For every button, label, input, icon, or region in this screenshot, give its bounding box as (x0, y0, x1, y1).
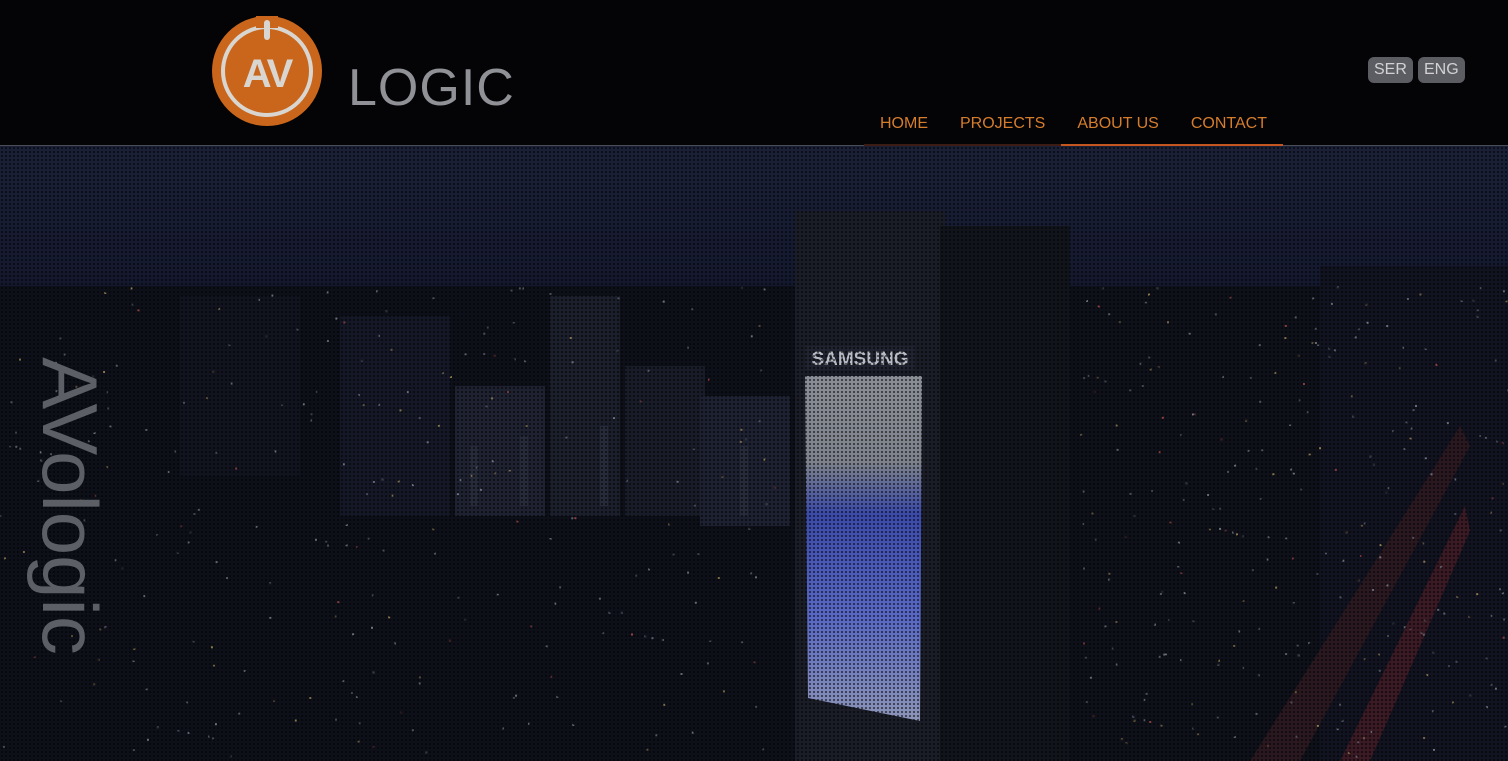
logo-text: AV (242, 52, 294, 96)
nav-projects[interactable]: PROJECTS (944, 106, 1062, 146)
language-ser-button[interactable]: SER (1368, 57, 1413, 83)
nav-about-us[interactable]: ABOUT US (1061, 106, 1175, 146)
main-nav: HOME PROJECTS ABOUT US CONTACT (864, 106, 1283, 146)
hero-banner: SAMSUNG AVologic (0, 146, 1508, 761)
logo[interactable]: AV (212, 16, 322, 126)
site-header: AV LOGIC SER ENG HOME PROJECTS ABOUT US … (0, 0, 1508, 146)
language-eng-button[interactable]: ENG (1418, 57, 1465, 83)
nav-contact[interactable]: CONTACT (1174, 106, 1283, 146)
power-icon (264, 20, 270, 40)
city-lights (0, 286, 1508, 758)
nav-home[interactable]: HOME (864, 106, 944, 146)
brand-name: LOGIC (348, 59, 515, 117)
